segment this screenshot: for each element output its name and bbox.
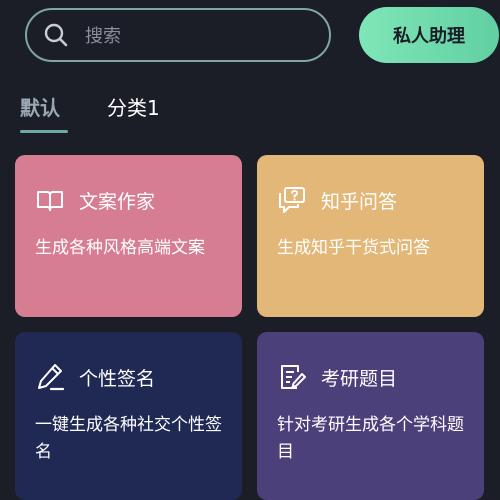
card-copywriter[interactable]: 文案作家 生成各种风格高端文案 [15, 155, 242, 317]
card-description: 生成知乎干货式问答 [277, 238, 430, 258]
card-description: 一键生成各种社交个性签名 [35, 415, 222, 462]
card-description: 针对考研生成各个学科题目 [277, 415, 464, 462]
search-icon [44, 23, 68, 47]
tab-category-1[interactable]: 分类1 [107, 92, 160, 121]
personal-assistant-button[interactable]: 私人助理 [359, 7, 499, 63]
card-title: 个性签名 [79, 367, 156, 390]
search-placeholder: 搜索 [85, 26, 121, 47]
card-description: 生成各种风格高端文案 [35, 238, 205, 258]
active-tab-indicator [20, 130, 68, 133]
pen-icon [38, 364, 65, 391]
edit-document-icon [281, 365, 306, 389]
chat-question-icon [279, 187, 305, 213]
card-postgrad-questions[interactable]: 考研题目 针对考研生成各个学科题目 [257, 332, 484, 500]
card-title: 考研题目 [321, 367, 398, 390]
card-title: 文案作家 [79, 190, 156, 213]
card-signature[interactable]: 个性签名 一键生成各种社交个性签名 [15, 332, 242, 500]
tab-default[interactable]: 默认 [20, 92, 60, 121]
search-bar[interactable]: 搜索 [25, 8, 331, 62]
card-title: 知乎问答 [321, 190, 398, 213]
card-zhihu-qa[interactable]: 知乎问答 生成知乎干货式问答 [257, 155, 484, 317]
book-icon [37, 191, 63, 211]
